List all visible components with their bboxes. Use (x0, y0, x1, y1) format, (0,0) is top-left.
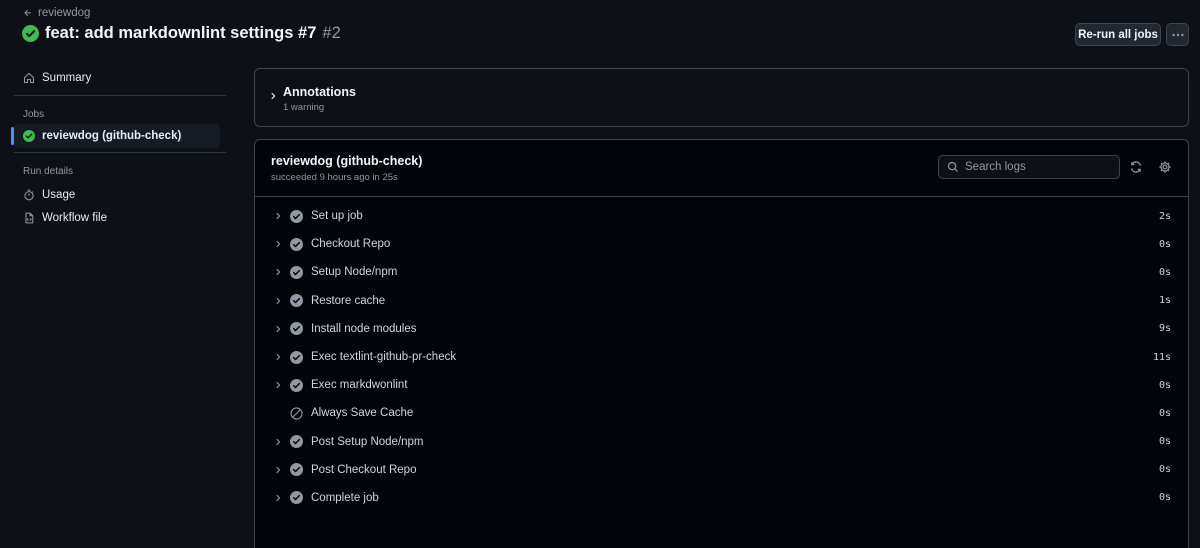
chevron-right-icon (276, 269, 281, 276)
chevron-right-icon (276, 353, 281, 361)
jobs-heading: Jobs (23, 108, 45, 120)
step-name: Always Save Cache (311, 407, 414, 420)
annotations-panel[interactable]: Annotations 1 warning (254, 68, 1189, 127)
check-circle-fill-icon (290, 265, 303, 279)
step-duration: 9s (1158, 323, 1171, 335)
gear-icon[interactable] (1158, 160, 1172, 174)
page-title-text: feat: add markdownlint settings #7 (45, 24, 317, 42)
chevron-right-icon (276, 466, 281, 473)
sidebar-item-label: reviewdog (github-check) (42, 130, 182, 142)
sidebar-item-usage[interactable]: Usage (14, 183, 228, 207)
run-details-heading: Run details (23, 165, 74, 177)
step-duration: 0s (1158, 436, 1171, 448)
more-options-button[interactable] (1166, 23, 1189, 46)
step-duration: 0s (1158, 407, 1171, 419)
annotations-subtitle: 1 warning (283, 102, 325, 113)
step-row[interactable]: Complete job 0s (255, 484, 1188, 512)
check-circle-fill-icon (290, 294, 303, 308)
step-duration: 2s (1158, 210, 1171, 222)
back-link-label: reviewdog (38, 7, 91, 19)
step-duration: 0s (1158, 238, 1171, 250)
step-row[interactable]: Checkout Repo 0s (255, 230, 1188, 258)
sidebar-item-label: Usage (42, 189, 76, 201)
step-row[interactable]: Setup Node/npm 0s (255, 258, 1188, 286)
chevron-right-icon (276, 297, 281, 304)
sidebar-item-label: Workflow file (42, 212, 107, 224)
chevron-right-icon (271, 92, 276, 100)
kebab-horizontal-icon (1171, 33, 1184, 36)
rerun-all-jobs-button[interactable]: Re-run all jobs (1075, 23, 1161, 46)
check-circle-fill-icon (290, 491, 303, 505)
step-row[interactable]: Post Setup Node/npm 0s (255, 428, 1188, 456)
step-row[interactable]: Set up job 2s (255, 202, 1188, 230)
step-name: Post Checkout Repo (311, 463, 417, 476)
chevron-right-icon (276, 241, 281, 248)
run-number: #2 (322, 24, 341, 42)
chevron-right-icon (276, 382, 281, 389)
step-duration: 1s (1158, 295, 1171, 307)
check-circle-fill-icon (290, 350, 303, 364)
search-icon (947, 161, 958, 172)
step-row[interactable]: Exec markdwonlint 0s (255, 371, 1188, 399)
file-code-icon (25, 212, 34, 224)
check-circle-fill-icon (290, 378, 303, 392)
step-name: Post Setup Node/npm (311, 435, 424, 448)
step-name: Complete job (311, 491, 379, 504)
check-circle-fill-icon (290, 237, 303, 251)
job-subtitle: succeeded 9 hours ago in 25s (271, 172, 398, 183)
step-name: Install node modules (311, 322, 417, 335)
arrow-left-icon (24, 9, 32, 16)
step-row[interactable]: Install node modules 9s (255, 315, 1188, 343)
step-name: Exec textlint-github-pr-check (311, 351, 457, 364)
back-link[interactable]: reviewdog (23, 7, 90, 19)
sidebar-item-workflow-file[interactable]: Workflow file (14, 206, 228, 230)
sidebar-item-summary[interactable]: Summary (14, 66, 228, 90)
search-logs-input[interactable] (965, 161, 1115, 173)
page-title: feat: add markdownlint settings #7 #2 (22, 24, 341, 43)
check-circle-fill-icon (22, 25, 39, 42)
home-icon (23, 72, 35, 84)
step-name: Setup Node/npm (311, 266, 398, 279)
step-duration: 0s (1158, 266, 1171, 278)
check-circle-fill-icon (290, 322, 303, 336)
check-circle-fill-icon (290, 463, 303, 477)
step-name: Exec markdwonlint (311, 379, 408, 392)
job-header: reviewdog (github-check) succeeded 9 hou… (255, 140, 1188, 197)
annotations-title: Annotations (283, 85, 356, 99)
stopwatch-icon (24, 189, 34, 201)
step-duration: 0s (1158, 492, 1171, 504)
chevron-right-icon (276, 212, 281, 220)
step-duration: 0s (1158, 464, 1171, 476)
step-row[interactable]: Post Checkout Repo 0s (255, 456, 1188, 484)
check-circle-fill-icon (23, 130, 35, 142)
job-title: reviewdog (github-check) (271, 154, 423, 168)
steps-list: Set up job 2s Checkout Repo 0s Setup Nod… (255, 202, 1188, 512)
step-row[interactable]: Restore cache 1s (255, 287, 1188, 315)
sync-icon[interactable] (1129, 160, 1143, 174)
step-duration: 0s (1158, 379, 1171, 391)
sidebar-item-label: Summary (42, 72, 92, 84)
search-logs-box[interactable] (938, 155, 1120, 179)
step-duration: 11s (1152, 351, 1171, 363)
step-name: Restore cache (311, 294, 386, 307)
skip-icon (290, 407, 303, 420)
step-name: Checkout Repo (311, 238, 391, 251)
chevron-right-icon (276, 325, 281, 333)
chevron-right-icon (276, 494, 281, 502)
sidebar-item-job[interactable]: reviewdog (github-check) (11, 124, 220, 148)
chevron-right-icon (276, 438, 281, 445)
sidebar: Summary Jobs reviewdog (github-check) Ru… (11, 66, 228, 230)
check-circle-fill-icon (290, 435, 303, 449)
check-circle-fill-icon (290, 209, 303, 223)
job-log-panel: reviewdog (github-check) succeeded 9 hou… (254, 139, 1189, 548)
step-row[interactable]: Always Save Cache 0s (255, 399, 1188, 427)
step-name: Set up job (311, 210, 363, 223)
step-row[interactable]: Exec textlint-github-pr-check 11s (255, 343, 1188, 371)
